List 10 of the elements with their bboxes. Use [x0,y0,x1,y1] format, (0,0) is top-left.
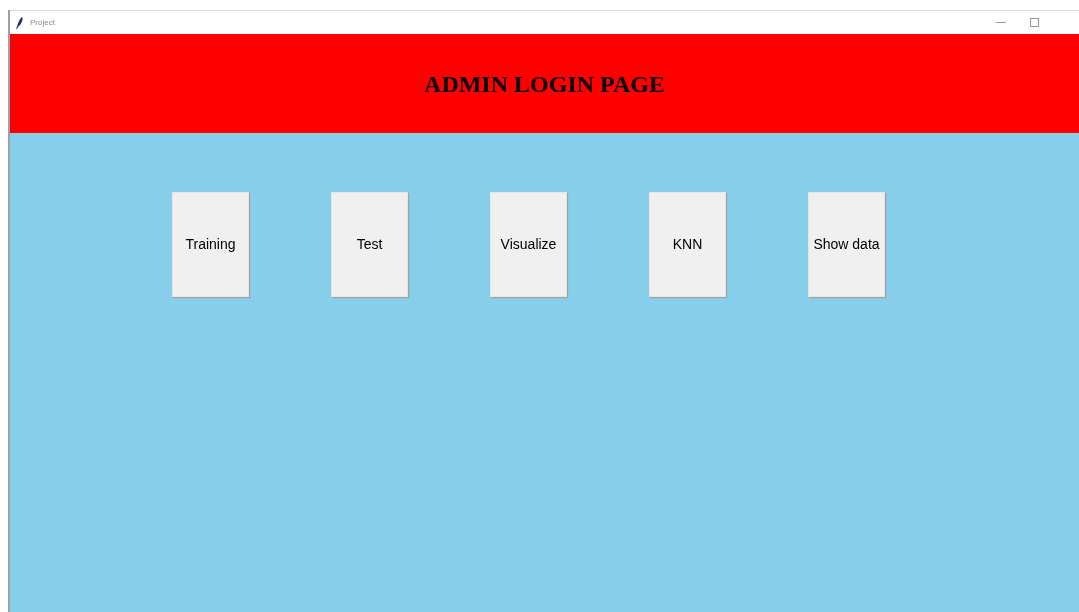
menu-button[interactable]: Test [331,192,408,297]
feather-icon [16,16,24,29]
maximize-icon[interactable] [1030,18,1039,27]
window-title: Project [30,16,55,29]
menu-button[interactable]: Training [172,192,249,297]
minimize-icon[interactable] [996,21,1006,24]
menu-button[interactable]: Visualize [490,192,567,297]
menu-button[interactable]: Show data [808,192,885,297]
menu-button[interactable]: KNN [649,192,726,297]
page-heading: ADMIN LOGIN PAGE [424,69,665,99]
